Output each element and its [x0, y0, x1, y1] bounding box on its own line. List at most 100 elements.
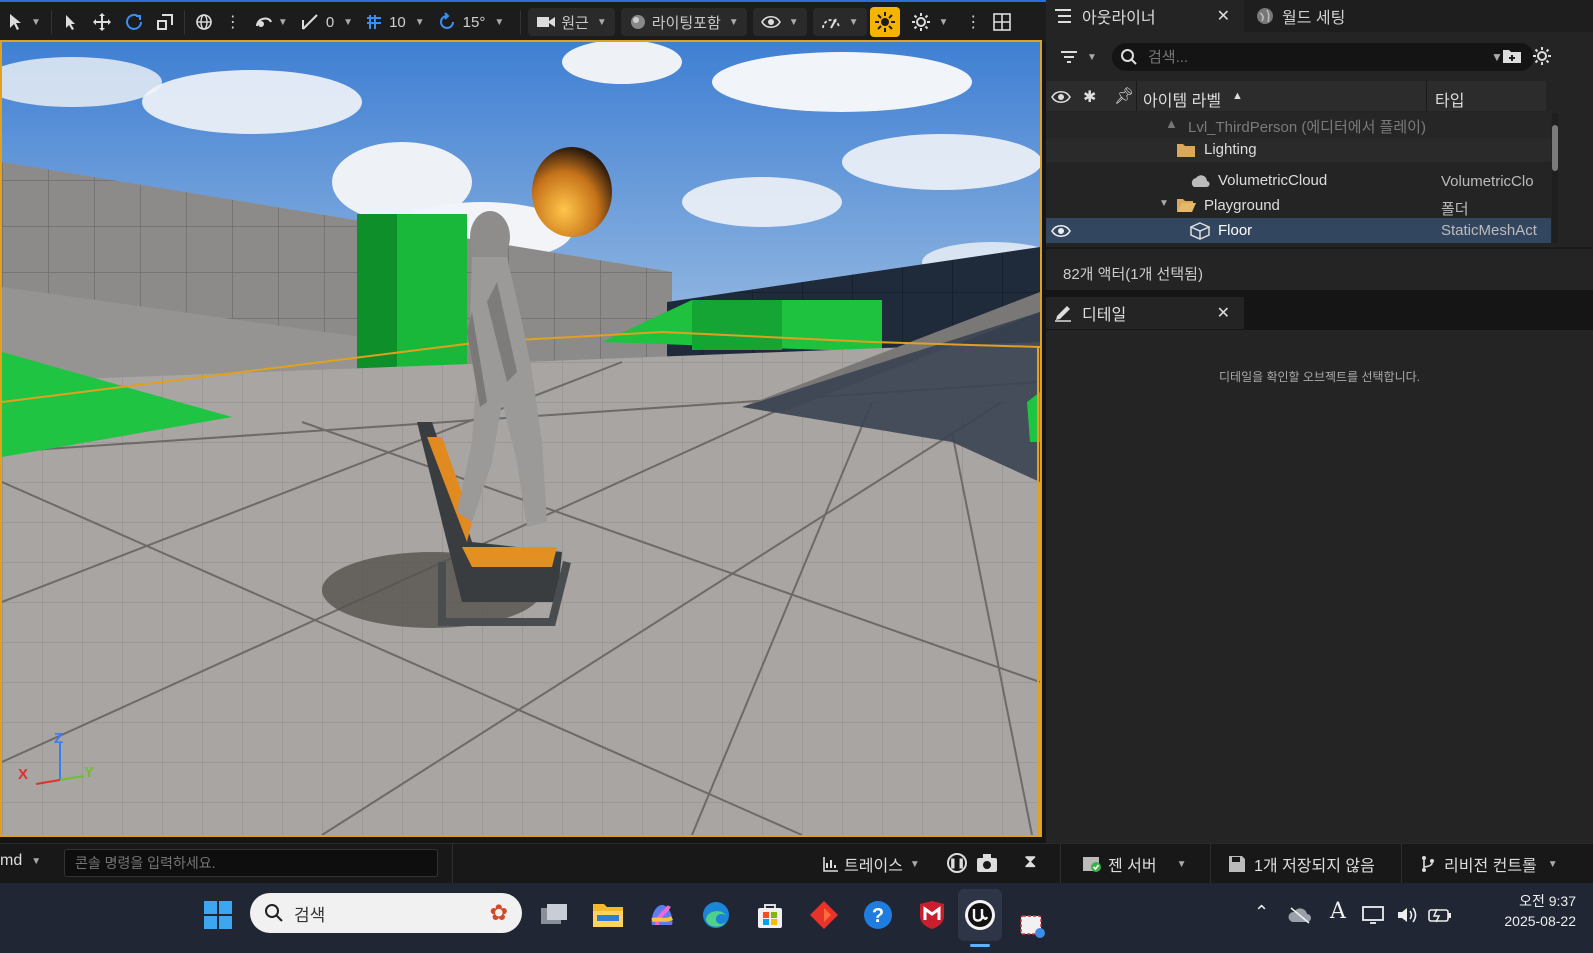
list-item[interactable]	[1046, 138, 1551, 162]
perspective-dropdown[interactable]: 원근 ▼	[528, 8, 615, 36]
clock[interactable]: 오전 9:37 2025-08-22	[1476, 891, 1576, 931]
tab-world-settings[interactable]: 월드 세팅	[1250, 0, 1440, 32]
help-icon[interactable]: ?	[860, 897, 896, 933]
chevron-down-icon: ▼	[788, 16, 799, 28]
surface-snap-dropdown[interactable]: ▼	[247, 7, 294, 37]
cmd-label: md	[0, 852, 23, 869]
select-tool-button[interactable]	[56, 7, 86, 37]
windows-taskbar: 검색 ✿ ? ⌃ A 오전 9:37 2025-08-22	[0, 883, 1593, 953]
svg-text:?: ?	[872, 905, 884, 927]
chevron-down-icon: ▼	[31, 16, 41, 28]
realtime-toggle-button[interactable]	[869, 7, 900, 37]
cloud-icon	[1191, 175, 1210, 188]
folder-icon	[1177, 144, 1195, 157]
close-icon[interactable]: ✕	[1217, 6, 1230, 26]
more-options-icon[interactable]: ⋮	[959, 7, 987, 37]
pin-icon[interactable]: 📌︎	[1114, 86, 1134, 106]
start-button[interactable]	[200, 897, 236, 933]
row-volumetric-cloud-label: VolumetricCloud	[1218, 172, 1328, 189]
chevron-up-icon[interactable]: ⌃	[1254, 902, 1269, 923]
divider	[1136, 81, 1137, 111]
row-floor-type: StaticMeshAct	[1441, 222, 1537, 239]
eye-icon[interactable]	[1051, 224, 1071, 238]
level-viewport[interactable]: Z X Y	[0, 40, 1042, 837]
chevron-down-icon: ▼	[1176, 858, 1187, 870]
unsaved-assets-button[interactable]: 1개 저장되지 않음	[1228, 852, 1375, 876]
clock-date: 2025-08-22	[1504, 913, 1576, 929]
chevron-down-icon: ▼	[414, 16, 425, 28]
expand-arrow-icon[interactable]: ▼	[1159, 198, 1169, 209]
rotate-tool-button[interactable]	[118, 7, 150, 37]
column-type[interactable]: 타입	[1435, 87, 1464, 111]
rotation-snap-toggle[interactable]: 15° ▼	[431, 7, 511, 37]
scrollbar-thumb[interactable]	[1552, 125, 1558, 171]
actor-count: 82개 액터(1개 선택됨)	[1063, 266, 1203, 283]
select-mode-dropdown[interactable]: ▼	[0, 7, 47, 37]
microsoft-store-icon[interactable]	[752, 897, 788, 933]
snipping-tool-icon[interactable]	[1014, 907, 1050, 943]
divider	[1210, 844, 1211, 884]
console-mode-dropdown[interactable]: md ▼	[0, 852, 41, 870]
globe-icon	[196, 14, 212, 30]
copilot-icon[interactable]	[644, 897, 680, 933]
filter-dropdown[interactable]: ▼	[1060, 46, 1100, 68]
trace-dropdown[interactable]: 트레이스 ▼	[822, 852, 920, 876]
edge-browser-icon[interactable]	[698, 897, 734, 933]
location-snap-toggle[interactable]: 0 ▼	[294, 7, 359, 37]
grid-size-value: 10	[389, 13, 406, 31]
show-flags-dropdown[interactable]: ▼	[752, 8, 807, 36]
volume-icon[interactable]	[1396, 905, 1420, 925]
screenshot-icon[interactable]	[976, 853, 998, 873]
divider	[183, 10, 185, 34]
add-folder-button[interactable]	[1502, 47, 1522, 68]
list-item[interactable]	[1046, 193, 1551, 217]
right-panel: 아웃라이너 ✕ 월드 세팅 ▼ ▼ ✱ 📌︎ 아이템 라벨 ▲ 타입 ▲ Lvl…	[1046, 0, 1593, 843]
view-mode-dropdown[interactable]: 라이팅포함 ▼	[620, 8, 747, 36]
zen-server-dropdown[interactable]: 젠 서버 ▼	[1082, 852, 1187, 876]
performance-dropdown[interactable]: ▼	[812, 8, 867, 36]
chevron-down-icon: ▼	[938, 16, 949, 28]
scrollbar[interactable]	[1552, 113, 1558, 243]
search-input[interactable]	[1148, 48, 1478, 66]
translate-tool-button[interactable]	[86, 7, 118, 37]
scale-tool-button[interactable]	[150, 7, 180, 37]
column-item-label[interactable]: 아이템 라벨	[1143, 87, 1221, 111]
outliner-settings-button[interactable]	[1532, 46, 1552, 69]
close-icon[interactable]: ✕	[1217, 303, 1230, 323]
network-icon[interactable]	[1362, 905, 1384, 925]
file-explorer-icon[interactable]	[590, 897, 626, 933]
layout-button[interactable]	[987, 7, 1017, 37]
outliner-icon	[1055, 9, 1071, 23]
star-icon[interactable]: ✱	[1083, 87, 1096, 107]
more-options-icon[interactable]: ⋮	[219, 7, 247, 37]
search-box[interactable]: ▼	[1112, 43, 1534, 71]
ime-indicator-icon[interactable]: A	[1330, 899, 1346, 924]
grid-snap-toggle[interactable]: 10 ▼	[359, 7, 431, 37]
divider	[1060, 844, 1061, 884]
revision-control-dropdown[interactable]: 리비전 컨트롤 ▼	[1420, 852, 1558, 876]
battery-icon[interactable]	[1428, 906, 1452, 924]
divider	[1401, 844, 1402, 884]
world-local-toggle[interactable]	[189, 7, 219, 37]
row-lighting-label: Lighting	[1204, 141, 1257, 158]
tab-details[interactable]: 디테일 ✕	[1046, 297, 1244, 329]
task-view-icon[interactable]	[536, 897, 572, 933]
onedrive-offline-icon[interactable]	[1288, 906, 1312, 924]
record-icon[interactable]: ❚❚	[947, 853, 967, 873]
git-app-icon[interactable]	[806, 897, 842, 933]
hourglass-icon[interactable]: ⧗	[1024, 851, 1037, 872]
surface-snap-icon	[255, 17, 272, 27]
tab-outliner[interactable]: 아웃라이너 ✕	[1046, 0, 1244, 32]
layout-grid-icon	[993, 13, 1012, 31]
eye-icon[interactable]	[1051, 90, 1071, 104]
mcafee-icon[interactable]	[914, 897, 950, 933]
snap-angle-icon	[301, 14, 318, 30]
taskbar-search[interactable]: 검색 ✿	[250, 893, 522, 933]
chevron-down-icon: ▼	[728, 16, 739, 28]
viewport-settings-dropdown[interactable]: ▼	[903, 8, 957, 36]
console-input[interactable]	[64, 849, 438, 877]
grid-icon	[367, 15, 382, 29]
unreal-engine-icon[interactable]	[962, 897, 998, 933]
viewport-toolbar: ▼ ⋮ ▼ 0 ▼ 10 ▼ 15° ▼ 원근 ▼ 라이팅포함 ▼ ▼ ▼ ▼ …	[0, 0, 1046, 42]
cursor-icon	[65, 15, 75, 30]
